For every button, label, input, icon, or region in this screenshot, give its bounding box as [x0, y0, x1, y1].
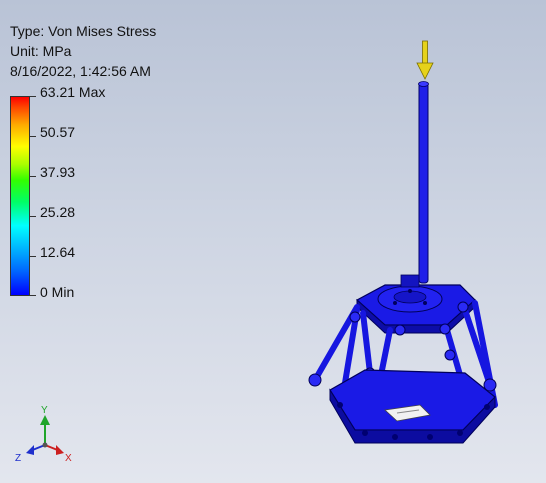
legend-tick [30, 295, 36, 296]
legend-label: 37.93 [40, 164, 76, 180]
result-unit: Unit: MPa [10, 43, 72, 59]
triad-origin [42, 442, 48, 448]
triad-axis-y: Y [40, 405, 50, 445]
triad-axis-x: X [44, 444, 72, 464]
result-type: Type: Von Mises Stress [10, 23, 157, 39]
legend-colorbar [10, 96, 30, 296]
legend-tick [30, 256, 36, 257]
legend-tick [30, 176, 36, 177]
legend-label-min: 0 Min [40, 284, 75, 300]
model-view[interactable] [295, 35, 525, 455]
vertical-rod [418, 82, 429, 284]
legend-label-max: 63.21 Max [40, 84, 106, 100]
base-platform [329, 369, 496, 444]
legend-tick [30, 96, 36, 97]
load-arrow-icon [416, 40, 434, 80]
triad-label-z: Z [15, 453, 21, 464]
triad-label-x: X [65, 453, 72, 464]
legend-tick [30, 216, 36, 217]
legend-label: 50.57 [40, 124, 76, 140]
legend-label: 25.28 [40, 204, 76, 220]
view-triad[interactable]: Y X Z [12, 405, 82, 467]
graphics-viewport[interactable]: Type: Von Mises Stress Unit: MPa 8/16/20… [0, 0, 546, 483]
legend-tick [30, 136, 36, 137]
result-timestamp: 8/16/2022, 1:42:56 AM [10, 63, 151, 79]
top-platform [355, 274, 476, 334]
result-info: Type: Von Mises Stress Unit: MPa 8/16/20… [10, 21, 156, 81]
triad-axis-z: Z [15, 444, 46, 464]
legend-label: 12.64 [40, 244, 76, 260]
triad-label-y: Y [41, 405, 48, 416]
